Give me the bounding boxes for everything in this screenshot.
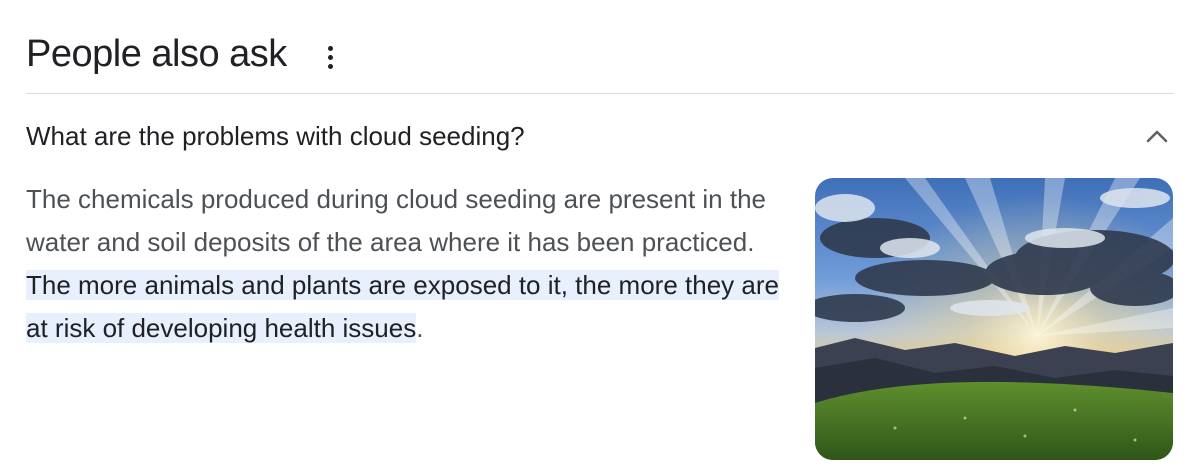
- answer-thumbnail-image[interactable]: [815, 178, 1173, 460]
- answer-trailing-text: .: [416, 313, 424, 343]
- question-row[interactable]: What are the problems with cloud seeding…: [26, 108, 1174, 164]
- section-divider: [26, 93, 1174, 94]
- more-vert-icon-dot: [327, 54, 333, 60]
- answer-highlighted-text: The more animals and plants are exposed …: [26, 270, 779, 343]
- people-also-ask-title: People also ask: [26, 33, 287, 75]
- more-options-button[interactable]: [318, 40, 342, 74]
- chevron-up-icon[interactable]: [1144, 123, 1170, 149]
- question-text: What are the problems with cloud seeding…: [26, 121, 525, 151]
- more-vert-icon: [327, 45, 333, 51]
- more-vert-icon-dot: [327, 63, 333, 69]
- answer-snippet: The chemicals produced during cloud seed…: [26, 178, 786, 350]
- answer-plain-text: The chemicals produced during cloud seed…: [26, 184, 767, 257]
